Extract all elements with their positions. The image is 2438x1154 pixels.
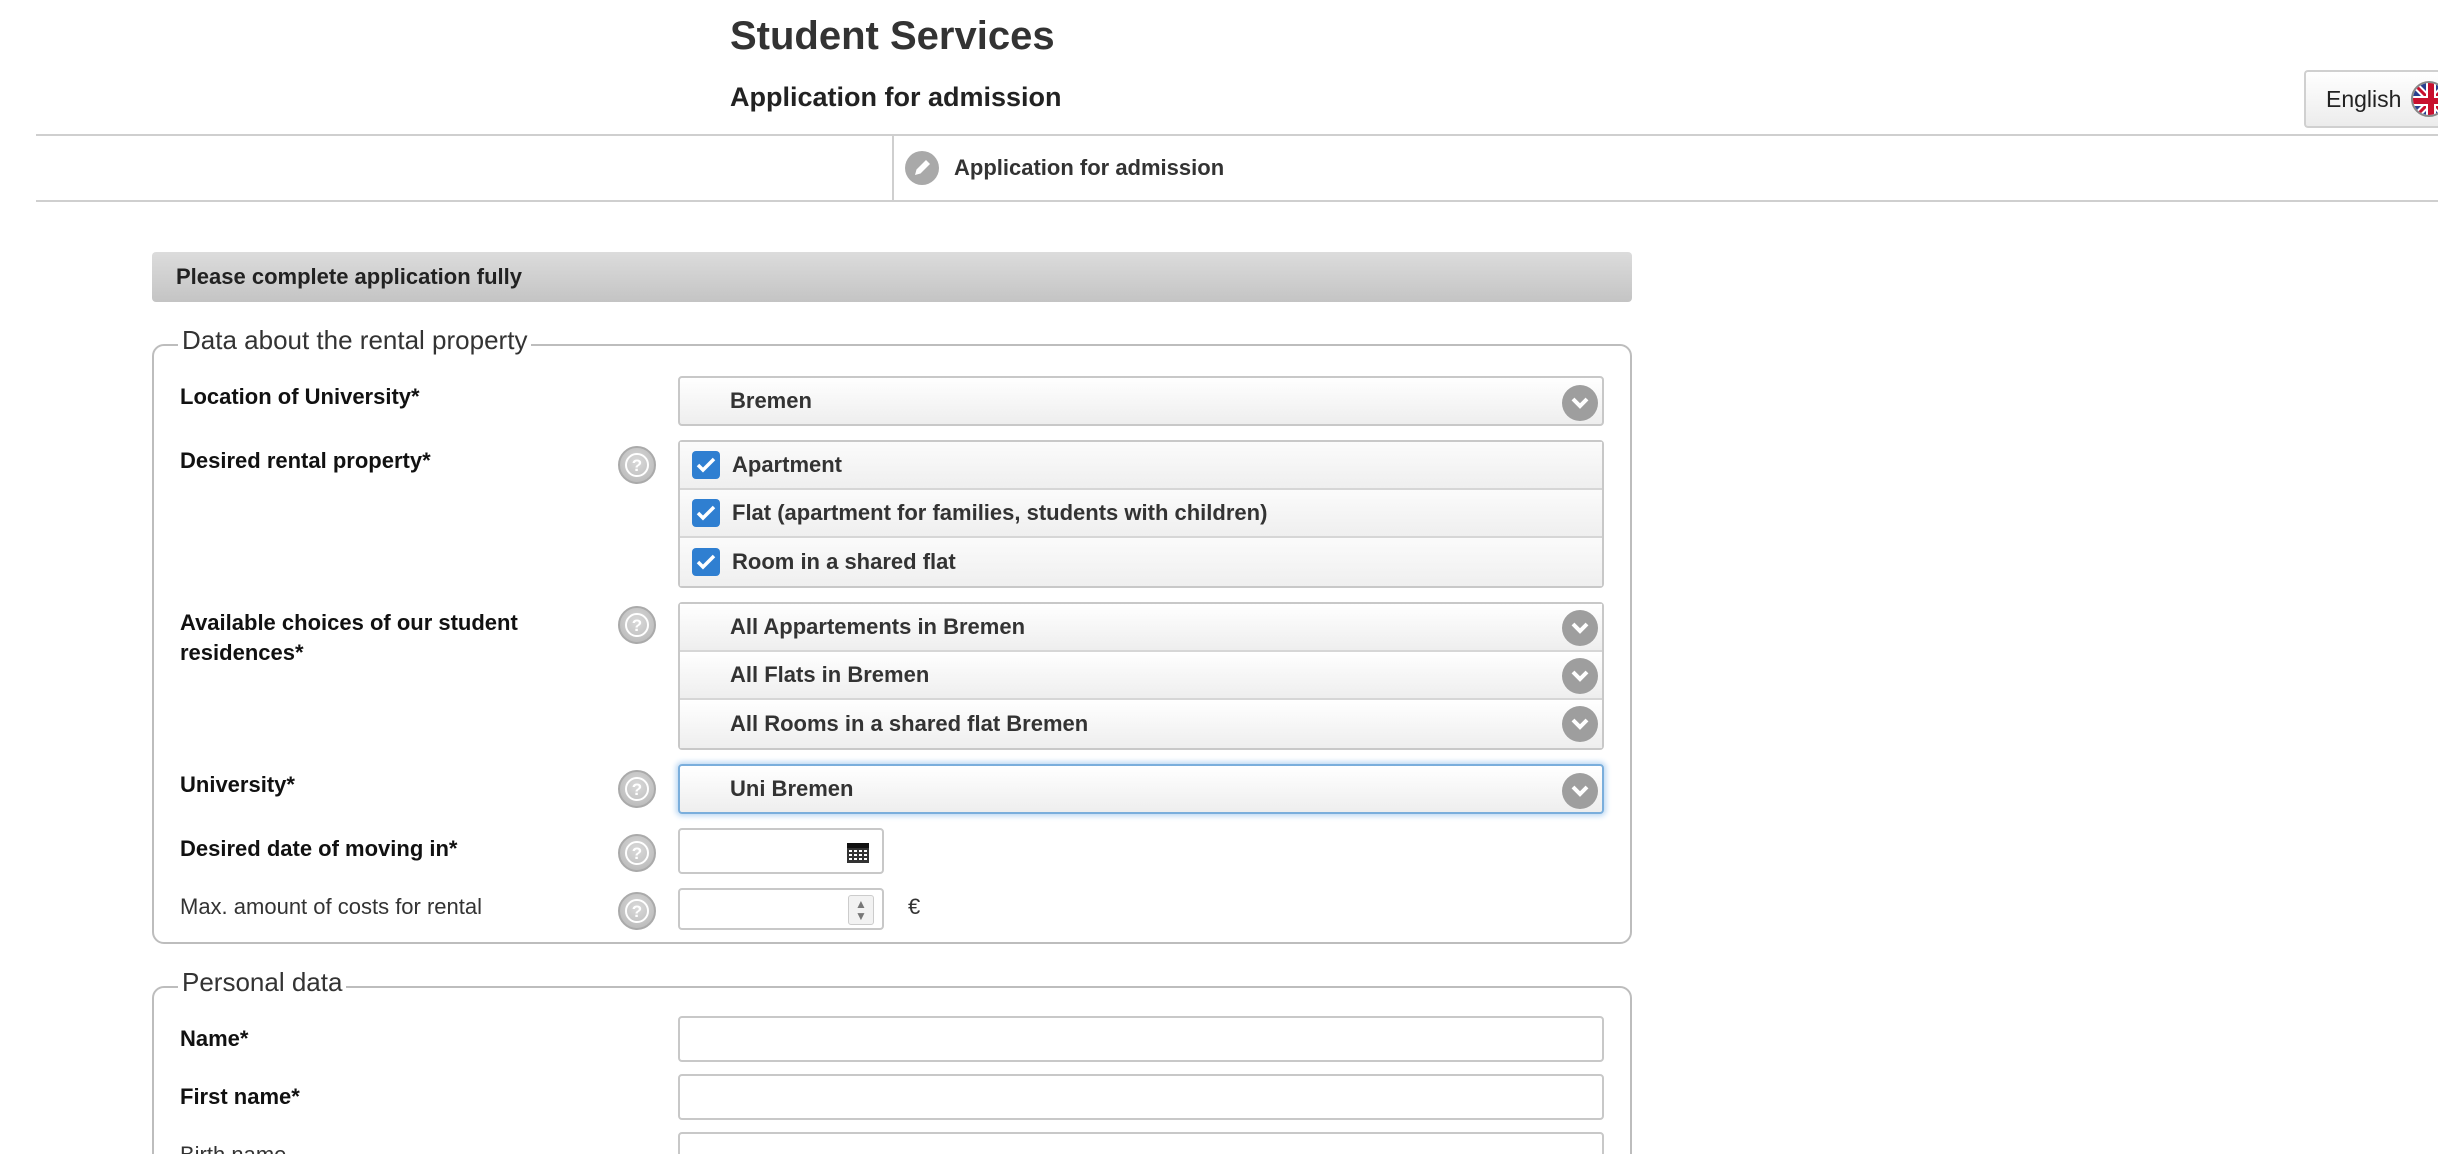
rental-property-fieldset: Data about the rental property Location … <box>152 325 1632 944</box>
app-title: Student Services <box>730 14 1055 58</box>
university-select[interactable]: Uni Bremen <box>678 764 1604 814</box>
nav-item-application[interactable]: Application for admission <box>904 150 1224 186</box>
checkbox-checked-icon[interactable] <box>692 499 720 527</box>
rental-property-legend: Data about the rental property <box>178 325 532 356</box>
chevron-down-icon <box>1562 658 1598 694</box>
checkbox-checked-icon[interactable] <box>692 548 720 576</box>
option-room[interactable]: Room in a shared flat <box>680 538 1602 586</box>
help-icon[interactable]: ? <box>618 834 656 872</box>
help-icon[interactable]: ? <box>618 446 656 484</box>
first-name-label: First name* <box>180 1084 300 1109</box>
chevron-down-icon <box>1562 773 1598 809</box>
location-value: Bremen <box>730 388 812 413</box>
personal-data-fieldset: Personal data Name* First name* Birth na… <box>152 967 1632 1154</box>
residence-select-flats[interactable]: All Flats in Bremen <box>680 652 1602 700</box>
chevron-down-icon <box>1562 610 1598 646</box>
nav-bar: Application for admission <box>36 134 2438 202</box>
birth-name-input[interactable] <box>678 1132 1604 1154</box>
option-flat[interactable]: Flat (apartment for families, students w… <box>680 490 1602 538</box>
option-label: Room in a shared flat <box>732 549 956 574</box>
personal-data-legend: Personal data <box>178 967 347 998</box>
chevron-down-icon <box>1562 385 1598 421</box>
spinner-icon[interactable]: ▲ ▼ <box>848 895 874 925</box>
calendar-icon[interactable] <box>846 840 870 864</box>
residences-label: Available choices of our student residen… <box>180 610 518 665</box>
uk-flag-icon <box>2411 81 2438 117</box>
help-icon[interactable]: ? <box>618 892 656 930</box>
university-label: University* <box>180 772 295 797</box>
name-input[interactable] <box>678 1016 1604 1062</box>
name-label: Name* <box>180 1026 249 1051</box>
residences-group: All Appartements in Bremen All Flats in … <box>678 602 1604 750</box>
chevron-down-icon <box>1562 706 1598 742</box>
language-label: English <box>2326 85 2402 112</box>
help-icon[interactable]: ? <box>618 606 656 644</box>
pencil-icon <box>905 151 939 185</box>
option-label: Apartment <box>732 452 843 477</box>
currency-symbol: € <box>908 894 921 919</box>
max-cost-input[interactable]: ▲ ▼ <box>678 888 884 930</box>
checkbox-checked-icon[interactable] <box>692 451 720 479</box>
page-subtitle: Application for admission <box>730 82 1062 112</box>
first-name-input[interactable] <box>678 1074 1604 1120</box>
location-select[interactable]: Bremen <box>678 376 1604 426</box>
location-label: Location of University* <box>180 384 420 409</box>
residence-select-rooms[interactable]: All Rooms in a shared flat Bremen <box>680 700 1602 748</box>
residence-value: All Flats in Bremen <box>730 662 930 687</box>
university-value: Uni Bremen <box>730 776 854 801</box>
nav-divider <box>892 136 894 202</box>
option-apartment[interactable]: Apartment <box>680 442 1602 490</box>
max-cost-label: Max. amount of costs for rental <box>180 894 483 919</box>
residence-select-appartements[interactable]: All Appartements in Bremen <box>680 604 1602 652</box>
nav-item-label: Application for admission <box>954 155 1225 180</box>
option-label: Flat (apartment for families, students w… <box>732 500 1268 525</box>
language-button[interactable]: English <box>2304 70 2438 128</box>
help-icon[interactable]: ? <box>618 770 656 808</box>
birth-name-label: Birth name <box>180 1142 286 1154</box>
complete-application-banner: Please complete application fully <box>152 252 1632 302</box>
desired-property-group: Apartment Flat (apartment for families, … <box>678 440 1604 588</box>
residence-value: All Appartements in Bremen <box>730 614 1026 639</box>
residence-value: All Rooms in a shared flat Bremen <box>730 711 1089 736</box>
desired-property-label: Desired rental property* <box>180 448 431 473</box>
moving-date-label: Desired date of moving in* <box>180 836 458 861</box>
moving-date-input[interactable] <box>678 828 884 874</box>
